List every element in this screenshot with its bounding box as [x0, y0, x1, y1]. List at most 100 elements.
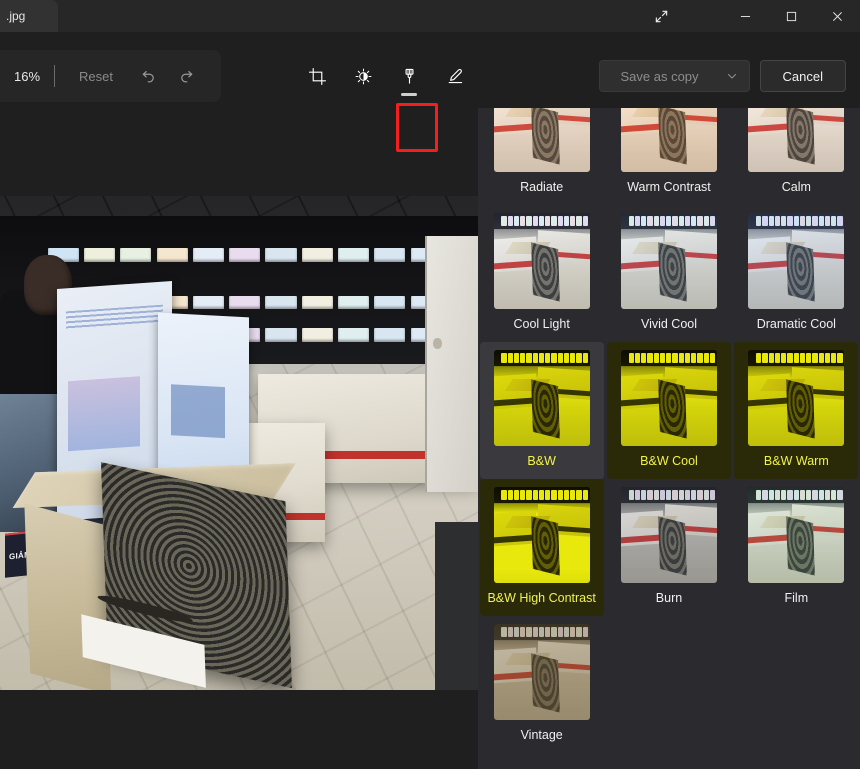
filter-label: Calm	[781, 180, 811, 194]
tab-title: .jpg	[6, 9, 26, 23]
filter-thumbnail	[493, 213, 590, 309]
filters-panel[interactable]: Radiate Warm Contrast Calm Cool Light Vivid …	[478, 108, 860, 769]
filter-option-calm[interactable]: Calm	[734, 108, 858, 205]
reset-button[interactable]: Reset	[67, 63, 125, 90]
crop-tool-button[interactable]	[300, 55, 334, 97]
zoom-level[interactable]: 16%	[10, 69, 50, 84]
product-packet	[338, 248, 370, 262]
filter-option-cool-light[interactable]: Cool Light	[480, 205, 604, 342]
adjustment-tool-button[interactable]	[346, 55, 380, 97]
filter-thumbnail	[620, 350, 717, 446]
toolbar-divider	[54, 65, 56, 87]
maximize-button[interactable]	[768, 0, 814, 32]
document-tab[interactable]: .jpg	[0, 0, 58, 32]
action-buttons-group: Save as copy Cancel	[599, 50, 846, 102]
filter-label: Radiate	[520, 180, 564, 194]
tv-carton-box	[13, 461, 300, 690]
product-packet	[265, 328, 297, 342]
filter-tone-overlay	[748, 350, 845, 446]
filter-label: Film	[784, 591, 809, 605]
filter-label: B&W Cool	[640, 454, 698, 468]
filter-tone-overlay	[748, 108, 845, 172]
filter-label: B&W High Contrast	[487, 591, 596, 605]
product-packet	[301, 328, 333, 342]
filter-thumbnail	[493, 350, 590, 446]
filter-label: Warm Contrast	[627, 180, 711, 194]
product-packet	[374, 248, 406, 262]
store-door	[425, 235, 478, 493]
filter-thumbnail	[620, 487, 717, 583]
filter-tone-overlay	[748, 487, 845, 583]
filter-label: Vintage	[520, 728, 563, 742]
edited-photo[interactable]: GIẢM ĐẾN 50%	[0, 196, 478, 690]
filter-label: B&W Warm	[763, 454, 829, 468]
filter-thumbnail	[493, 108, 590, 172]
filter-thumbnail	[493, 487, 590, 583]
filter-option-warm-contrast[interactable]: Warm Contrast	[607, 108, 731, 205]
door-knob	[433, 338, 442, 349]
filter-tone-overlay	[493, 624, 590, 720]
product-packet	[301, 248, 333, 262]
product-packet	[229, 248, 261, 262]
product-packet	[301, 295, 333, 310]
edit-tools-group	[300, 50, 472, 102]
photo-canvas[interactable]: GIẢM ĐẾN 50%	[0, 108, 478, 748]
filter-tone-overlay	[620, 213, 717, 309]
filter-tone-overlay	[493, 213, 590, 309]
markup-tool-button[interactable]	[438, 55, 472, 97]
filter-tone-overlay	[748, 213, 845, 309]
filter-option-dramatic-cool[interactable]: Dramatic Cool	[734, 205, 858, 342]
filter-label: Burn	[655, 591, 683, 605]
filter-label: B&W	[527, 454, 556, 468]
filter-tone-overlay	[620, 350, 717, 446]
product-packet	[156, 248, 188, 262]
filter-option-vivid-cool[interactable]: Vivid Cool	[607, 205, 731, 342]
product-packet	[338, 328, 370, 342]
cancel-label: Cancel	[782, 68, 823, 84]
filter-option-radiate[interactable]: Radiate	[480, 108, 604, 205]
filter-thumbnail	[620, 108, 717, 172]
product-packet	[265, 248, 297, 262]
save-as-copy-label: Save as copy	[620, 68, 699, 84]
filters-scrollbar[interactable]	[854, 108, 858, 769]
editor-toolbar: 16% Reset Save as copy Cancel	[0, 50, 860, 152]
filter-tone-overlay	[493, 350, 590, 446]
cancel-button[interactable]: Cancel	[759, 60, 846, 92]
window-controls	[722, 0, 860, 32]
filter-label: Vivid Cool	[640, 317, 698, 331]
title-bar: .jpg	[0, 0, 860, 32]
filter-thumbnail	[748, 108, 845, 172]
filter-option-bandw[interactable]: B&W	[479, 342, 604, 479]
product-packet	[374, 295, 406, 310]
filter-option-burn[interactable]: Burn	[607, 479, 731, 616]
zoom-and-history-group: 16% Reset	[0, 50, 221, 102]
redo-icon[interactable]	[169, 58, 205, 94]
filter-thumbnail	[620, 213, 717, 309]
minimize-button[interactable]	[722, 0, 768, 32]
product-packet	[265, 295, 297, 310]
filter-option-bandw-cool[interactable]: B&W Cool	[606, 342, 731, 479]
filters-grid: Radiate Warm Contrast Calm Cool Light Vivid …	[478, 108, 860, 753]
product-packet	[120, 248, 152, 262]
filter-thumbnail	[748, 487, 845, 583]
product-packet	[374, 328, 406, 342]
filter-option-bandw-high-contrast[interactable]: B&W High Contrast	[479, 479, 604, 616]
filter-tone-overlay	[620, 108, 717, 172]
filter-tool-button[interactable]	[392, 55, 426, 97]
filter-option-vintage[interactable]: Vintage	[480, 616, 604, 753]
floor-mat	[434, 522, 478, 690]
filter-tone-overlay	[620, 487, 717, 583]
undo-icon[interactable]	[129, 58, 165, 94]
close-button[interactable]	[814, 0, 860, 32]
product-packet	[338, 295, 370, 310]
save-as-copy-button[interactable]: Save as copy	[599, 60, 750, 92]
chevron-down-icon[interactable]	[715, 61, 749, 91]
filter-option-film[interactable]: Film	[734, 479, 858, 616]
expand-icon[interactable]	[645, 0, 677, 32]
filter-label: Cool Light	[513, 317, 570, 331]
filter-thumbnail	[748, 350, 845, 446]
filter-option-bandw-warm[interactable]: B&W Warm	[734, 342, 859, 479]
filter-tone-overlay	[493, 487, 590, 583]
photos-editor-window: .jpg 16% Reset Save as copy Cancel GIẢM …	[0, 0, 860, 769]
filter-thumbnail	[748, 213, 845, 309]
